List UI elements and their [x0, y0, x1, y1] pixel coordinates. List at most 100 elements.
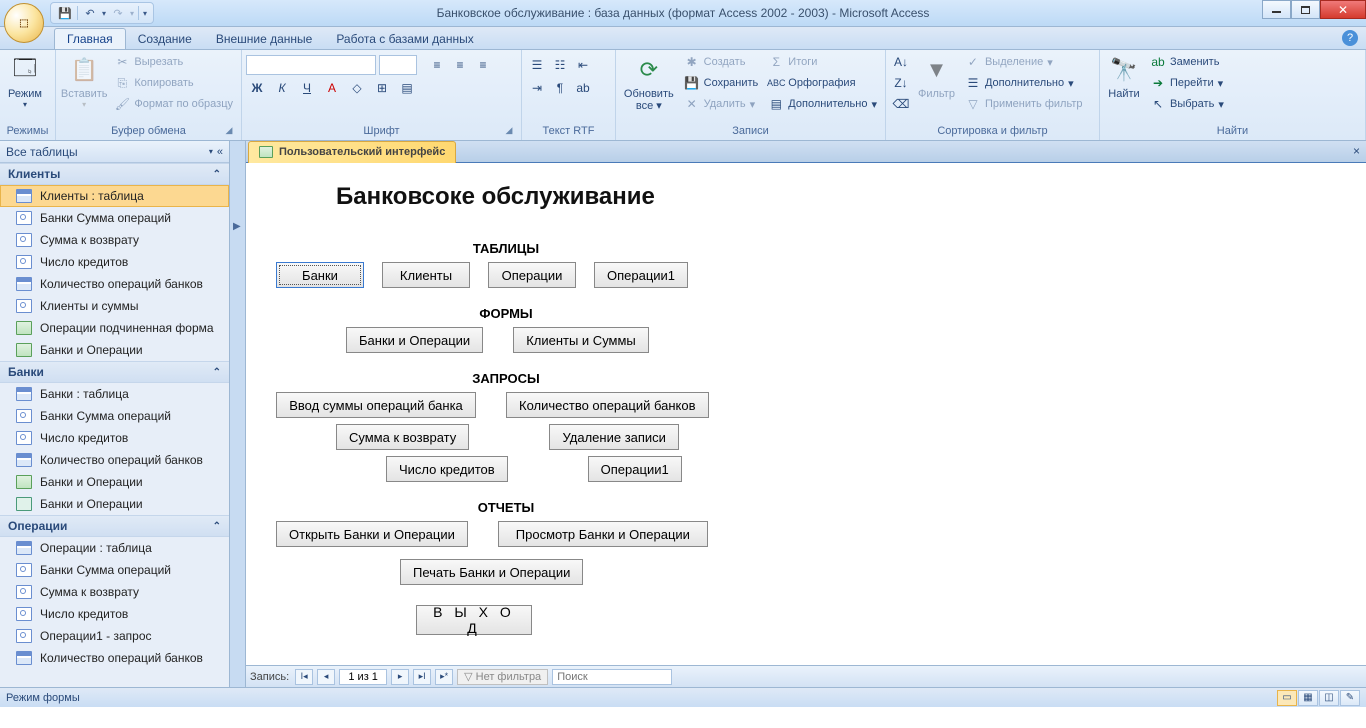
align-center-button[interactable]: ≡: [449, 55, 471, 75]
filter-button[interactable]: ▼ Фильтр: [914, 52, 959, 102]
nav-item[interactable]: Количество операций банков: [0, 647, 229, 669]
nav-item[interactable]: Банки Сумма операций: [0, 559, 229, 581]
nav-item[interactable]: Сумма к возврату: [0, 581, 229, 603]
more-button[interactable]: ▤Дополнительно ▾: [764, 94, 881, 114]
refresh-all-button[interactable]: ⟳ Обновитьвсе ▾: [620, 52, 678, 114]
clear-sort-button[interactable]: ⌫: [890, 94, 912, 114]
tab-external-data[interactable]: Внешние данные: [204, 29, 325, 49]
nav-item[interactable]: Сумма к возврату: [0, 229, 229, 251]
nav-item[interactable]: Банки и Операции: [0, 471, 229, 493]
button-report-open[interactable]: Открыть Банки и Операции: [276, 521, 468, 547]
nav-item[interactable]: Банки и Операции: [0, 339, 229, 361]
selection-filter-button[interactable]: ✓Выделение ▾: [961, 52, 1087, 72]
help-icon[interactable]: ?: [1342, 30, 1358, 46]
dialog-launcher-icon[interactable]: ◢: [503, 125, 515, 137]
button-query-return-sum[interactable]: Сумма к возврату: [336, 424, 469, 450]
prev-record-button[interactable]: ◂: [317, 669, 335, 685]
alt-row-button[interactable]: ▤: [396, 78, 418, 98]
design-view-button[interactable]: ✎: [1340, 690, 1360, 706]
button-operations[interactable]: Операции: [488, 262, 576, 288]
font-size-select[interactable]: [379, 55, 417, 75]
gridlines-button[interactable]: ⊞: [371, 78, 393, 98]
nav-item[interactable]: Число кредитов: [0, 603, 229, 625]
nav-item[interactable]: Операции подчиненная форма: [0, 317, 229, 339]
button-query-ops-count[interactable]: Количество операций банков: [506, 392, 709, 418]
nav-item[interactable]: Число кредитов: [0, 251, 229, 273]
layout-view-button[interactable]: ◫: [1319, 690, 1339, 706]
font-color-button[interactable]: A: [321, 78, 343, 98]
nav-item[interactable]: Операции1 - запрос: [0, 625, 229, 647]
nav-item[interactable]: Банки Сумма операций: [0, 405, 229, 427]
save-icon[interactable]: 💾: [57, 5, 73, 21]
ltr-button[interactable]: ¶: [549, 78, 571, 98]
close-tab-icon[interactable]: ×: [1353, 144, 1360, 158]
collapse-icon[interactable]: «: [217, 146, 223, 158]
goto-button[interactable]: ➔Перейти ▾: [1146, 73, 1228, 93]
datasheet-view-button[interactable]: ▦: [1298, 690, 1318, 706]
paste-button[interactable]: 📋 Вставить ▾: [60, 52, 108, 111]
button-banks-operations[interactable]: Банки и Операции: [346, 327, 483, 353]
button-clients[interactable]: Клиенты: [382, 262, 470, 288]
bullets-button[interactable]: ☰: [526, 55, 548, 75]
button-query-delete[interactable]: Удаление записи: [549, 424, 679, 450]
bold-button[interactable]: Ж: [246, 78, 268, 98]
navigation-list[interactable]: Клиенты⌃Клиенты : таблица Банки Сумма опе…: [0, 163, 229, 687]
toggle-filter-button[interactable]: ▽Применить фильтр: [961, 94, 1087, 114]
qat-customize[interactable]: ▾: [143, 9, 147, 18]
button-banks[interactable]: Банки: [276, 262, 364, 288]
undo-icon[interactable]: ↶: [82, 5, 98, 21]
navigation-header[interactable]: Все таблицы ▾ «: [0, 141, 229, 163]
search-input[interactable]: [552, 669, 672, 685]
undo-dropdown[interactable]: ▾: [102, 9, 106, 18]
nav-group-header[interactable]: Банки⌃: [0, 361, 229, 383]
nav-item[interactable]: Банки : таблица: [0, 383, 229, 405]
font-name-select[interactable]: [246, 55, 376, 75]
new-record-button[interactable]: ✱Создать: [680, 52, 763, 72]
button-query-input-sum[interactable]: Ввод суммы операций банка: [276, 392, 476, 418]
first-record-button[interactable]: I◂: [295, 669, 313, 685]
tab-user-interface[interactable]: Пользовательский интерфейс: [248, 141, 456, 163]
italic-button[interactable]: К: [271, 78, 293, 98]
button-query-operations1[interactable]: Операции1: [588, 456, 682, 482]
indent-dec-button[interactable]: ⇤: [572, 55, 594, 75]
nav-item[interactable]: Клиенты : таблица: [0, 185, 229, 207]
replace-button[interactable]: abЗаменить: [1146, 52, 1228, 72]
minimize-button[interactable]: [1262, 0, 1291, 19]
nav-item[interactable]: Клиенты и суммы: [0, 295, 229, 317]
fill-color-button[interactable]: ◇: [346, 78, 368, 98]
next-record-button[interactable]: ▸: [391, 669, 409, 685]
delete-record-button[interactable]: ✕Удалить ▾: [680, 94, 763, 114]
maximize-button[interactable]: [1291, 0, 1320, 19]
dialog-launcher-icon[interactable]: ◢: [223, 125, 235, 137]
underline-button[interactable]: Ч: [296, 78, 318, 98]
select-button[interactable]: ↖Выбрать ▾: [1146, 94, 1228, 114]
form-view-button[interactable]: ▭: [1277, 690, 1297, 706]
nav-group-header[interactable]: Клиенты⌃: [0, 163, 229, 185]
no-filter-indicator[interactable]: ▽Нет фильтра: [457, 669, 548, 685]
button-report-print[interactable]: Печать Банки и Операции: [400, 559, 583, 585]
nav-item[interactable]: Операции : таблица: [0, 537, 229, 559]
redo-icon[interactable]: ↷: [110, 5, 126, 21]
sort-desc-button[interactable]: Z↓: [890, 73, 912, 93]
copy-button[interactable]: ⎘Копировать: [110, 73, 237, 93]
totals-button[interactable]: ΣИтоги: [764, 52, 881, 72]
nav-group-header[interactable]: Операции⌃: [0, 515, 229, 537]
find-button[interactable]: 🔭 Найти: [1104, 52, 1144, 102]
sort-asc-button[interactable]: A↓: [890, 52, 912, 72]
highlight-button[interactable]: ab: [572, 78, 594, 98]
new-record-nav-button[interactable]: ▸*: [435, 669, 453, 685]
align-left-button[interactable]: ≡: [426, 55, 448, 75]
redo-dropdown[interactable]: ▾: [130, 9, 134, 18]
view-mode-button[interactable]: 🗔 Режим ▾: [4, 52, 46, 111]
button-report-preview[interactable]: Просмотр Банки и Операции: [498, 521, 708, 547]
tab-home[interactable]: Главная: [54, 28, 126, 49]
shutter-bar[interactable]: [230, 141, 246, 687]
tab-database-tools[interactable]: Работа с базами данных: [324, 29, 485, 49]
last-record-button[interactable]: ▸I: [413, 669, 431, 685]
format-painter-button[interactable]: 🖌Формат по образцу: [110, 94, 237, 114]
save-record-button[interactable]: 💾Сохранить: [680, 73, 763, 93]
spelling-button[interactable]: ABCОрфография: [764, 73, 881, 93]
button-operations1[interactable]: Операции1: [594, 262, 688, 288]
button-exit[interactable]: В Ы Х О Д: [416, 605, 532, 635]
close-button[interactable]: [1320, 0, 1366, 19]
